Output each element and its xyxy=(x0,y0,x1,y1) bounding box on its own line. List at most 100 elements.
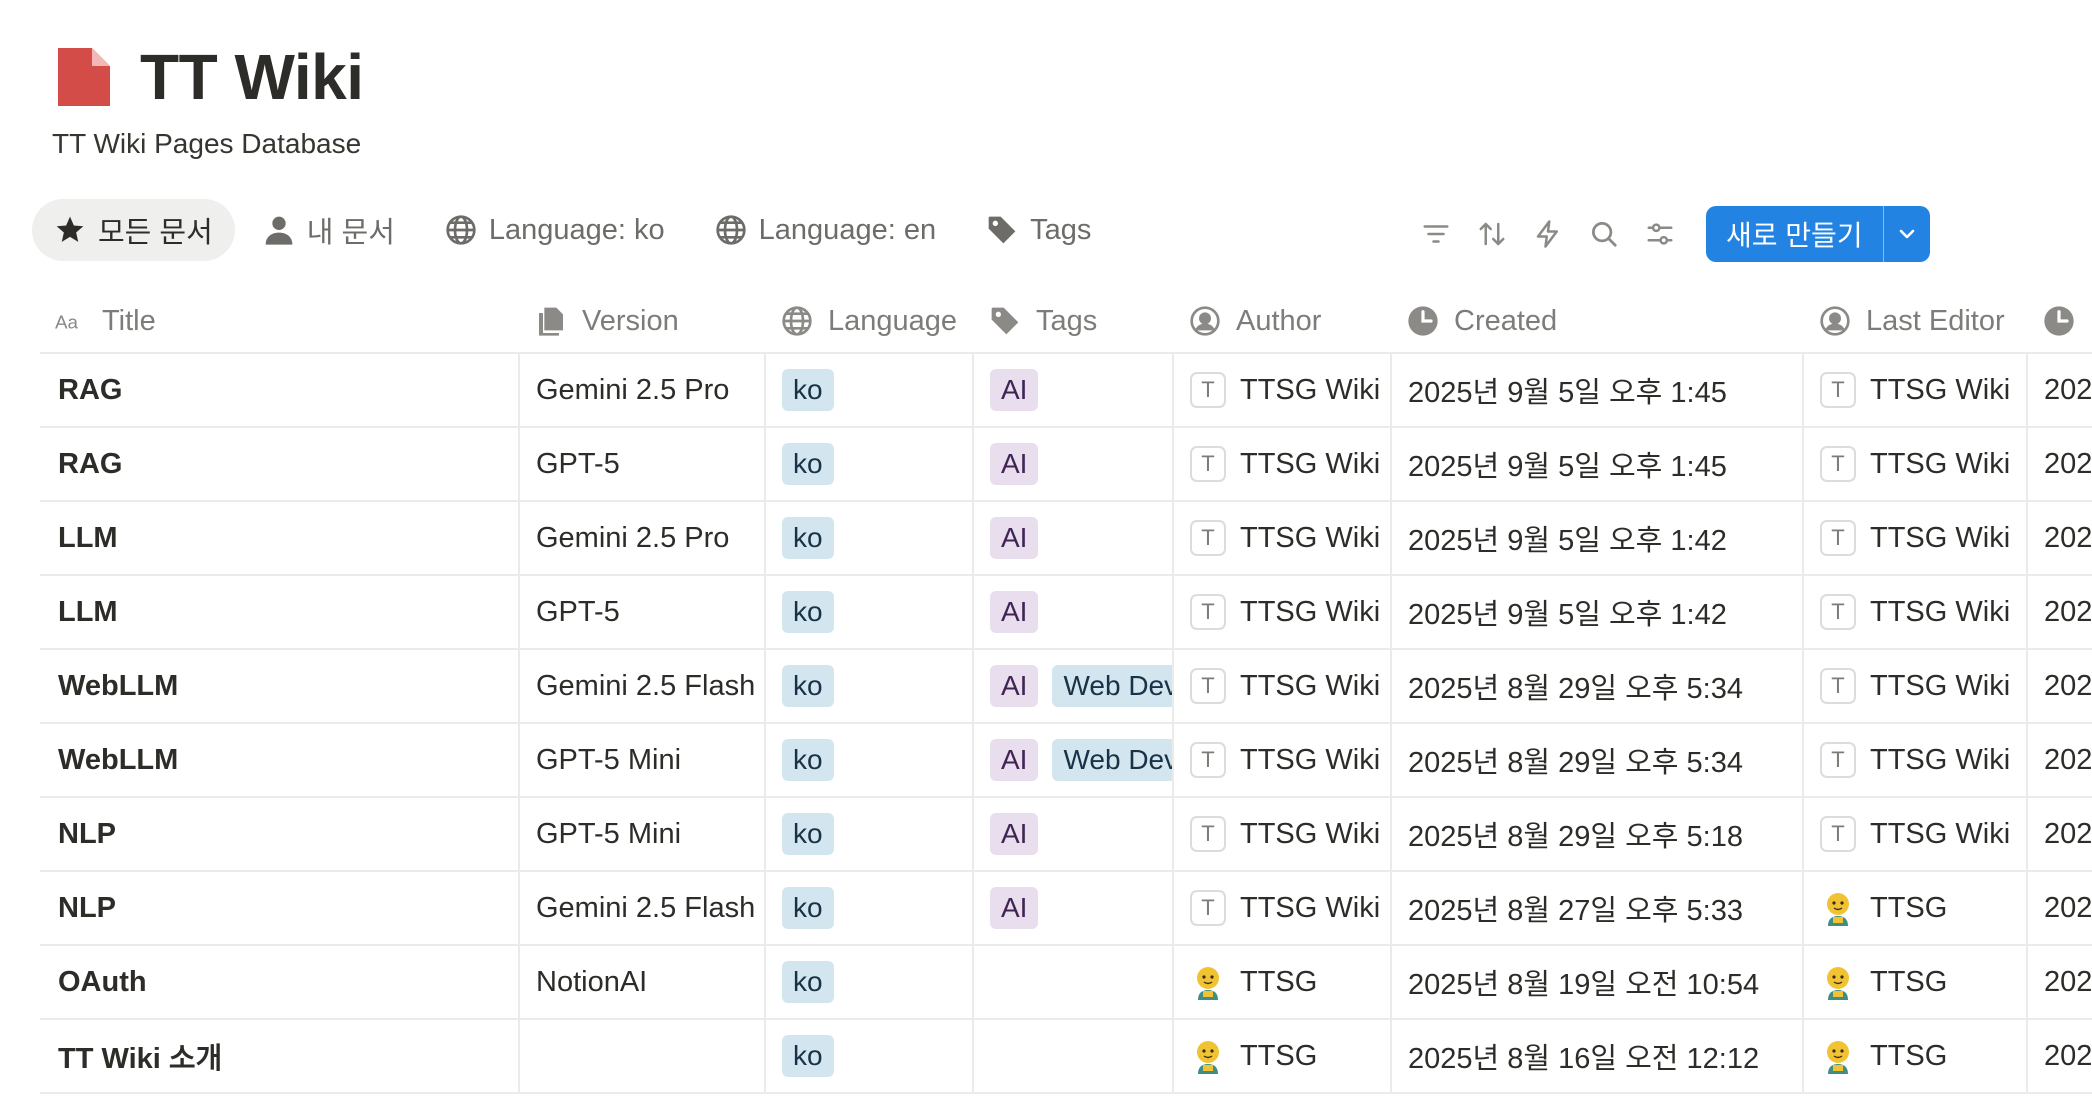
cell-created[interactable]: 2025년 8월 19일 오전 10:54 xyxy=(1392,946,1804,1018)
cell-version[interactable]: NotionAI xyxy=(520,946,766,1018)
cell-version[interactable]: GPT-5 xyxy=(520,428,766,500)
tab-language-en[interactable]: Language: en xyxy=(693,199,958,261)
tab-my-documents[interactable]: 내 문서 xyxy=(241,199,417,261)
cell-version[interactable]: GPT-5 Mini xyxy=(520,798,766,870)
cell-last-edited[interactable]: 202 xyxy=(2028,1020,2092,1092)
table-row[interactable]: WebLLM GPT-5 Mini ko AI Web Dev T TTSG Wiki 202… xyxy=(40,724,2092,798)
cell-last-editor[interactable]: T TTSG Wiki xyxy=(1804,576,2028,648)
cell-author[interactable]: T TTSG Wiki xyxy=(1174,502,1392,574)
cell-last-editor[interactable]: TTSG xyxy=(1804,946,2028,1018)
cell-created[interactable]: 2025년 9월 5일 오후 1:45 xyxy=(1392,354,1804,426)
tab-all-documents[interactable]: 모든 문서 xyxy=(32,199,235,261)
sort-icon[interactable] xyxy=(1464,206,1520,262)
cell-language[interactable]: ko xyxy=(766,576,974,648)
cell-last-edited[interactable]: 202 xyxy=(2028,946,2092,1018)
column-header-author[interactable]: Author xyxy=(1174,290,1392,352)
page-description[interactable]: TT Wiki Pages Database xyxy=(52,128,363,160)
cell-version[interactable]: Gemini 2.5 Pro xyxy=(520,502,766,574)
table-row[interactable]: RAG Gemini 2.5 Pro ko AI T TTSG Wiki 2025년 9월 … xyxy=(40,354,2092,428)
cell-author[interactable]: T TTSG Wiki xyxy=(1174,724,1392,796)
page-title[interactable]: TT Wiki xyxy=(140,40,364,114)
table-row[interactable]: NLP Gemini 2.5 Flash ko AI T TTSG Wiki 2025년 8… xyxy=(40,872,2092,946)
settings-icon[interactable] xyxy=(1632,206,1688,262)
column-header-last-edited[interactable] xyxy=(2028,290,2092,352)
column-header-created[interactable]: Created xyxy=(1392,290,1804,352)
cell-title[interactable]: WebLLM xyxy=(40,724,520,796)
cell-tags[interactable]: AI xyxy=(974,354,1174,426)
cell-last-edited[interactable]: 202 xyxy=(2028,650,2092,722)
filter-icon[interactable] xyxy=(1408,206,1464,262)
cell-language[interactable]: ko xyxy=(766,354,974,426)
cell-last-edited[interactable]: 202 xyxy=(2028,724,2092,796)
cell-tags[interactable]: AI xyxy=(974,872,1174,944)
cell-author[interactable]: T TTSG Wiki xyxy=(1174,872,1392,944)
cell-title[interactable]: OAuth xyxy=(40,946,520,1018)
cell-title[interactable]: LLM xyxy=(40,576,520,648)
cell-version[interactable]: Gemini 2.5 Flash xyxy=(520,650,766,722)
cell-created[interactable]: 2025년 9월 5일 오후 1:42 xyxy=(1392,576,1804,648)
cell-language[interactable]: ko xyxy=(766,872,974,944)
table-row[interactable]: LLM GPT-5 ko AI T TTSG Wiki 2025년 9월 5일 오후 1:4… xyxy=(40,576,2092,650)
cell-last-edited[interactable]: 202 xyxy=(2028,798,2092,870)
cell-version[interactable]: Gemini 2.5 Pro xyxy=(520,354,766,426)
cell-tags[interactable]: AI xyxy=(974,576,1174,648)
column-header-version[interactable]: Version xyxy=(520,290,766,352)
cell-tags[interactable] xyxy=(974,1020,1174,1092)
column-header-last-editor[interactable]: Last Editor xyxy=(1804,290,2028,352)
cell-language[interactable]: ko xyxy=(766,428,974,500)
column-header-tags[interactable]: Tags xyxy=(974,290,1174,352)
cell-tags[interactable]: AI xyxy=(974,428,1174,500)
cell-title[interactable]: NLP xyxy=(40,872,520,944)
cell-language[interactable]: ko xyxy=(766,502,974,574)
table-row[interactable]: RAG GPT-5 ko AI T TTSG Wiki 2025년 9월 5일 오후 1:4… xyxy=(40,428,2092,502)
cell-author[interactable]: T TTSG Wiki xyxy=(1174,428,1392,500)
tab-language-ko[interactable]: Language: ko xyxy=(423,199,687,261)
cell-title[interactable]: LLM xyxy=(40,502,520,574)
table-row[interactable]: WebLLM Gemini 2.5 Flash ko AI Web Dev T TTSG W… xyxy=(40,650,2092,724)
cell-last-edited[interactable]: 202 xyxy=(2028,502,2092,574)
cell-author[interactable]: T TTSG Wiki xyxy=(1174,576,1392,648)
cell-language[interactable]: ko xyxy=(766,946,974,1018)
cell-author[interactable]: T TTSG Wiki xyxy=(1174,798,1392,870)
cell-created[interactable]: 2025년 9월 5일 오후 1:42 xyxy=(1392,502,1804,574)
tab-tags[interactable]: Tags xyxy=(964,199,1113,261)
cell-author[interactable]: TTSG xyxy=(1174,1020,1392,1092)
cell-language[interactable]: ko xyxy=(766,724,974,796)
table-row[interactable]: TT Wiki 소개 ko TTSG 2025년 8월 16일 오전 12:12 TTS… xyxy=(40,1020,2092,1094)
cell-last-editor[interactable]: TTSG xyxy=(1804,1020,2028,1092)
cell-tags[interactable] xyxy=(974,946,1174,1018)
cell-language[interactable]: ko xyxy=(766,798,974,870)
cell-author[interactable]: T TTSG Wiki xyxy=(1174,354,1392,426)
cell-last-editor[interactable]: T TTSG Wiki xyxy=(1804,428,2028,500)
search-icon[interactable] xyxy=(1576,206,1632,262)
cell-created[interactable]: 2025년 9월 5일 오후 1:45 xyxy=(1392,428,1804,500)
cell-title[interactable]: RAG xyxy=(40,354,520,426)
cell-tags[interactable]: AI xyxy=(974,798,1174,870)
cell-version[interactable] xyxy=(520,1020,766,1092)
cell-created[interactable]: 2025년 8월 29일 오후 5:34 xyxy=(1392,724,1804,796)
cell-author[interactable]: T TTSG Wiki xyxy=(1174,650,1392,722)
cell-last-editor[interactable]: T TTSG Wiki xyxy=(1804,650,2028,722)
cell-title[interactable]: RAG xyxy=(40,428,520,500)
cell-version[interactable]: GPT-5 xyxy=(520,576,766,648)
chevron-down-icon[interactable] xyxy=(1882,206,1930,262)
cell-created[interactable]: 2025년 8월 27일 오후 5:33 xyxy=(1392,872,1804,944)
cell-version[interactable]: GPT-5 Mini xyxy=(520,724,766,796)
cell-last-edited[interactable]: 202 xyxy=(2028,428,2092,500)
cell-last-editor[interactable]: T TTSG Wiki xyxy=(1804,354,2028,426)
cell-last-editor[interactable]: T TTSG Wiki xyxy=(1804,798,2028,870)
cell-created[interactable]: 2025년 8월 29일 오후 5:34 xyxy=(1392,650,1804,722)
table-row[interactable]: OAuth NotionAI ko TTSG 2025년 8월 19일 오전 10:54… xyxy=(40,946,2092,1020)
cell-last-editor[interactable]: TTSG xyxy=(1804,872,2028,944)
new-button-label[interactable]: 새로 만들기 xyxy=(1706,206,1883,262)
cell-created[interactable]: 2025년 8월 29일 오후 5:18 xyxy=(1392,798,1804,870)
cell-title[interactable]: TT Wiki 소개 xyxy=(40,1020,520,1092)
table-row[interactable]: LLM Gemini 2.5 Pro ko AI T TTSG Wiki 2025년 9월 … xyxy=(40,502,2092,576)
column-header-title[interactable]: Aa Title xyxy=(40,290,520,352)
cell-tags[interactable]: AI Web Dev xyxy=(974,724,1174,796)
cell-created[interactable]: 2025년 8월 16일 오전 12:12 xyxy=(1392,1020,1804,1092)
cell-title[interactable]: WebLLM xyxy=(40,650,520,722)
cell-last-editor[interactable]: T TTSG Wiki xyxy=(1804,502,2028,574)
cell-tags[interactable]: AI xyxy=(974,502,1174,574)
cell-last-editor[interactable]: T TTSG Wiki xyxy=(1804,724,2028,796)
